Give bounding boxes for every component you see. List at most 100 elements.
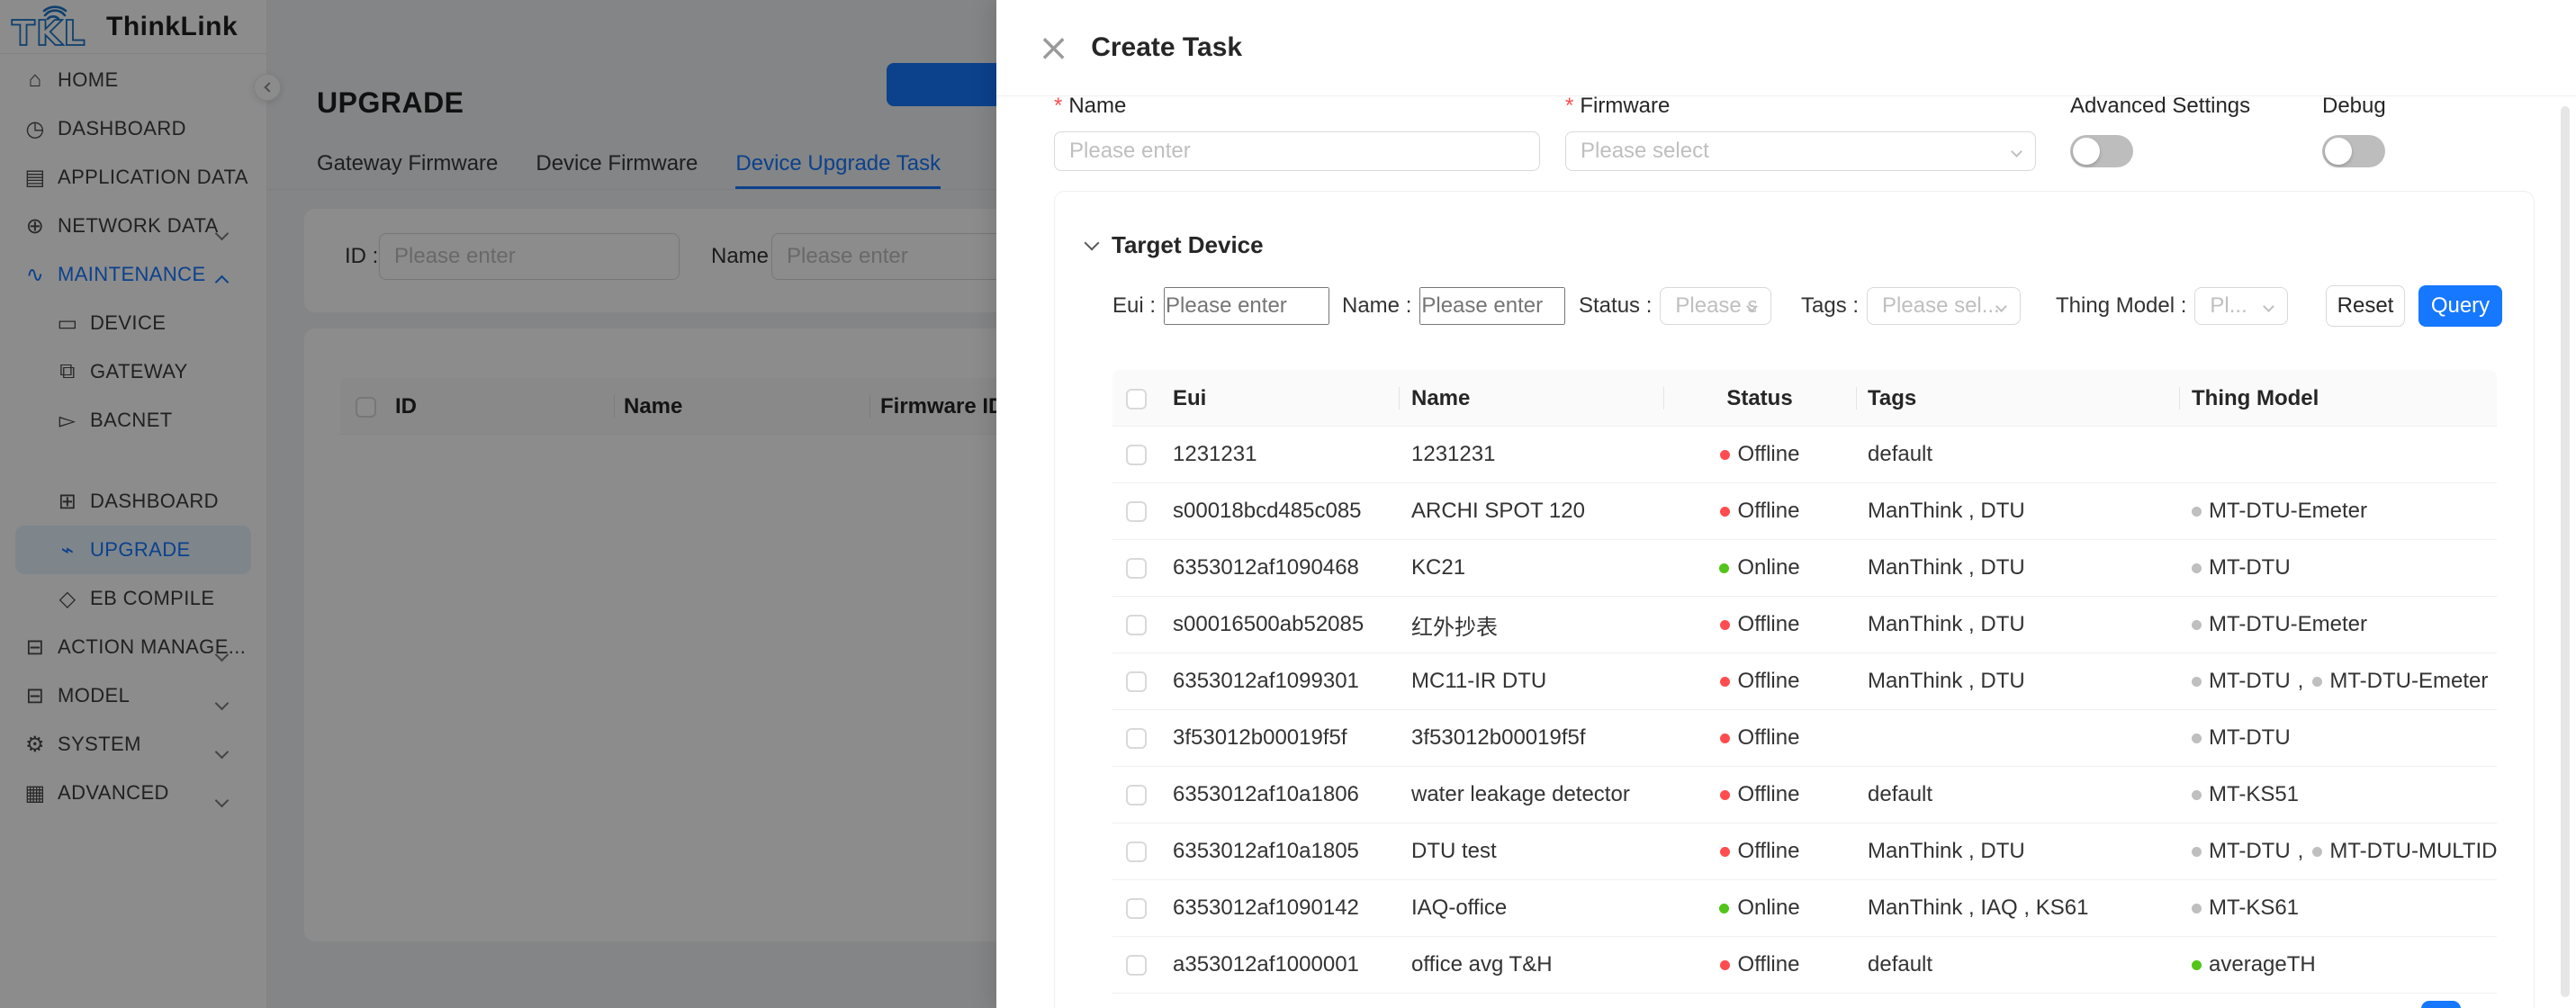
status-dot: [1719, 563, 1729, 573]
drawer-title: Create Task: [1091, 32, 1242, 63]
cell-thing-model: MT-DTU,MT-DTU-Emeter: [2179, 669, 2497, 694]
select-all-devices-checkbox[interactable]: [1126, 389, 1147, 410]
cell-tags: ManThink , DTU: [1856, 612, 2179, 637]
cell-status: Offline: [1663, 612, 1856, 637]
eui-filter: Eui :: [1112, 287, 1329, 325]
device-row[interactable]: 6353012af10a1805DTU testOfflineManThink …: [1112, 824, 2497, 880]
cell-eui: 1231231: [1173, 442, 1399, 467]
device-row[interactable]: a353012af1000001office avg T&HOfflinedef…: [1112, 937, 2497, 994]
status-filter-placeholder: Please se...: [1675, 293, 1756, 319]
cell-thing-model: MT-DTU-Emeter: [2179, 612, 2497, 637]
drawer-mask[interactable]: [0, 0, 996, 1008]
cell-status: Offline: [1663, 442, 1856, 467]
cell-eui: 6353012af10a1805: [1173, 839, 1399, 864]
status-filter-select[interactable]: Please se...: [1660, 287, 1771, 325]
pagination-page-1[interactable]: 1: [2421, 1001, 2461, 1008]
debug-toggle[interactable]: [2322, 135, 2385, 167]
create-task-drawer: × Create Task *Name *Firmware Please sel…: [996, 0, 2576, 1008]
eui-filter-label: Eui :: [1112, 293, 1156, 319]
cell-status: Offline: [1663, 669, 1856, 694]
row-checkbox[interactable]: [1126, 842, 1147, 862]
tags-filter-placeholder: Please sel...: [1882, 293, 2000, 319]
cell-status: Online: [1663, 555, 1856, 580]
target-device-title: Target Device: [1112, 231, 1264, 259]
row-checkbox[interactable]: [1126, 615, 1147, 635]
row-checkbox[interactable]: [1126, 728, 1147, 749]
row-checkbox[interactable]: [1126, 785, 1147, 806]
device-row[interactable]: 6353012af1099301MC11-IR DTUOfflineManThi…: [1112, 653, 2497, 710]
cell-eui: 6353012af10a1806: [1173, 782, 1399, 807]
row-checkbox[interactable]: [1126, 445, 1147, 465]
cell-thing-model: MT-DTU,MT-DTU-MULTIDEVICE: [2179, 839, 2497, 864]
close-icon[interactable]: ×: [1038, 29, 1069, 67]
status-dot: [1720, 677, 1730, 687]
debug-field: Debug: [2322, 94, 2386, 167]
thing-model-dot: [2192, 960, 2202, 970]
device-row[interactable]: 6353012af1090468KC21OnlineManThink , DTU…: [1112, 540, 2497, 597]
name-filter-input[interactable]: [1419, 287, 1565, 325]
task-name-input[interactable]: [1054, 131, 1540, 171]
advanced-settings-label: Advanced Settings: [2070, 94, 2250, 119]
cell-status: Offline: [1663, 725, 1856, 751]
device-row[interactable]: 3f53012b00019f5f3f53012b00019f5fOfflineM…: [1112, 710, 2497, 767]
thing-model-filter: Thing Model : Pl...: [2056, 287, 2288, 325]
cell-eui: s00018bcd485c085: [1173, 499, 1399, 524]
thing-model-dot: [2192, 563, 2202, 573]
device-row[interactable]: 12312311231231Offlinedefault: [1112, 427, 2497, 483]
status-dot: [1720, 450, 1730, 460]
required-asterisk: *: [1054, 94, 1062, 118]
cell-name: KC21: [1399, 555, 1663, 580]
query-button[interactable]: Query: [2418, 285, 2502, 327]
device-row[interactable]: s00016500ab52085红外抄表OfflineManThink , DT…: [1112, 597, 2497, 653]
row-checkbox[interactable]: [1126, 671, 1147, 692]
cell-name: office avg T&H: [1399, 952, 1663, 977]
column-header-status: Status: [1663, 370, 1856, 427]
cell-eui: 3f53012b00019f5f: [1173, 725, 1399, 751]
status-dot: [1720, 847, 1730, 857]
thing-model-filter-placeholder: Pl...: [2210, 293, 2247, 319]
status-dot: [1720, 960, 1730, 970]
thing-model-filter-select[interactable]: Pl...: [2194, 287, 2288, 325]
cell-tags: default: [1856, 782, 2179, 807]
column-header-name: Name: [1399, 370, 1663, 427]
eui-filter-input[interactable]: [1164, 287, 1329, 325]
thing-model-dot: [2192, 904, 2202, 914]
cell-thing-model: MT-DTU: [2179, 555, 2497, 580]
device-row[interactable]: 6353012af1090142IAQ-officeOnlineManThink…: [1112, 880, 2497, 937]
column-header-tags: Tags: [1856, 370, 2179, 427]
cell-status: Offline: [1663, 782, 1856, 807]
device-row[interactable]: s00018bcd485c085ARCHI SPOT 120OfflineMan…: [1112, 483, 2497, 540]
target-device-collapse[interactable]: Target Device: [1086, 231, 1264, 259]
cell-thing-model: MT-DTU: [2179, 725, 2497, 751]
cell-tags: ManThink , DTU: [1856, 555, 2179, 580]
cell-name: IAQ-office: [1399, 896, 1663, 921]
task-name-field: *Name: [1054, 94, 1540, 171]
row-checkbox[interactable]: [1126, 898, 1147, 919]
debug-label: Debug: [2322, 94, 2386, 119]
app-root: TKL ThinkLink ⌂HOME◷DASHBOARD▤APPLICATIO…: [0, 0, 2576, 1008]
reset-button[interactable]: Reset: [2326, 285, 2405, 327]
row-checkbox[interactable]: [1126, 558, 1147, 579]
device-row[interactable]: 6353012af10a1806water leakage detectorOf…: [1112, 767, 2497, 824]
tags-filter-select[interactable]: Please sel...: [1867, 287, 2021, 325]
status-dot: [1719, 904, 1729, 914]
device-table-body: 12312311231231Offlinedefaults00018bcd485…: [1112, 427, 2497, 994]
firmware-select[interactable]: Please select: [1565, 131, 2036, 171]
row-checkbox[interactable]: [1126, 955, 1147, 976]
column-header-eui: Eui: [1173, 370, 1399, 427]
firmware-field: *Firmware Please select: [1565, 94, 2036, 171]
thing-model-dot: [2192, 620, 2202, 630]
chevron-down-icon: [2011, 146, 2022, 158]
tags-filter: Tags :Please sel...: [1801, 287, 2021, 325]
cell-thing-model: averageTH: [2179, 952, 2497, 977]
drawer-header: × Create Task: [996, 0, 2576, 96]
drawer-scrollbar[interactable]: [2561, 106, 2570, 997]
cell-name: water leakage detector: [1399, 782, 1663, 807]
row-checkbox[interactable]: [1126, 501, 1147, 522]
cell-status: Offline: [1663, 499, 1856, 524]
thing-model-filter-label: Thing Model :: [2056, 293, 2186, 319]
advanced-settings-toggle[interactable]: [2070, 135, 2133, 167]
cell-eui: 6353012af1099301: [1173, 669, 1399, 694]
cell-tags: ManThink , IAQ , KS61: [1856, 896, 2179, 921]
cell-name: DTU test: [1399, 839, 1663, 864]
